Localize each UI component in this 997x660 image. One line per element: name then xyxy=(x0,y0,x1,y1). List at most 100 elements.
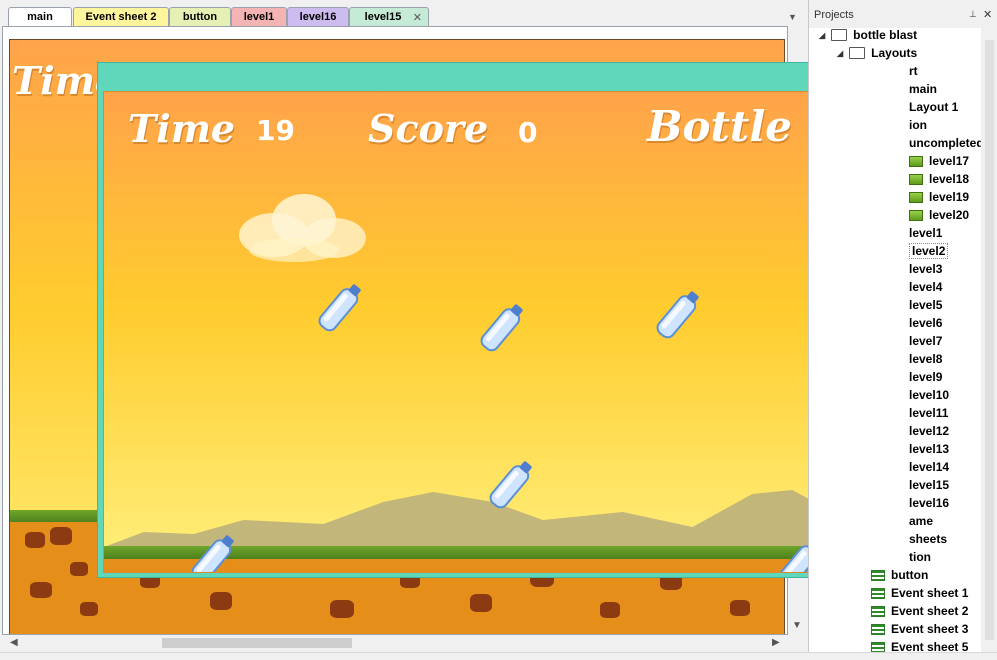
hud-time-value: 19 xyxy=(256,114,295,147)
tree-item-level7[interactable]: level7 xyxy=(909,332,942,350)
tab-level16[interactable]: level16 xyxy=(287,7,349,26)
tree-item-event-sheet-1[interactable]: Event sheet 1 xyxy=(871,584,968,602)
tree-item-level9[interactable]: level9 xyxy=(909,368,942,386)
tree-item-label: ion xyxy=(909,118,927,132)
tree-item-label: level10 xyxy=(909,388,950,402)
tree-item-label: level20 xyxy=(929,208,970,222)
tab-label: level16 xyxy=(299,11,337,23)
tree-item-level5[interactable]: level5 xyxy=(909,296,942,314)
tree-item-label: level18 xyxy=(929,172,970,186)
tree-item-level10[interactable]: level10 xyxy=(909,386,949,404)
tree-item-label: level11 xyxy=(909,406,949,420)
tree-item-event-sheet-3[interactable]: Event sheet 3 xyxy=(871,620,968,638)
tree-item-label: level4 xyxy=(909,280,943,294)
tree-item-label: tion xyxy=(909,550,931,564)
game-canvas[interactable]: Time 19 Score 0 Bottle 15 xyxy=(103,91,901,573)
tree-item-label: level16 xyxy=(909,496,950,510)
tree-item-label: level15 xyxy=(909,478,950,492)
tree-item-label: rt xyxy=(909,64,918,78)
tab-close-icon[interactable]: ✕ xyxy=(413,11,422,24)
bottle-sprite[interactable] xyxy=(471,297,531,361)
scroll-left-icon[interactable]: ◀ xyxy=(10,637,18,648)
tree-item-level14[interactable]: level14 xyxy=(909,458,949,476)
layout-icon xyxy=(909,191,923,203)
tree-item-bottle-blast[interactable]: ◢ bottle blast xyxy=(819,26,917,44)
tree-item-level19[interactable]: level19 xyxy=(909,188,969,206)
tree-item-rt[interactable]: rt xyxy=(909,62,918,80)
hud-bottle-label: Bottle xyxy=(647,102,792,151)
scroll-right-icon[interactable]: ▶ xyxy=(772,637,780,648)
preview-title-bar[interactable]: – ☐ ✕ xyxy=(98,63,906,89)
tree-item-layout-1[interactable]: Layout 1 xyxy=(909,98,958,116)
tree-item-ion[interactable]: ion xyxy=(909,116,927,134)
tab-level15[interactable]: level15 ✕ xyxy=(349,7,429,26)
tree-item-level20[interactable]: level20 xyxy=(909,206,969,224)
app-window: main Event sheet 2 button level1 level16… xyxy=(0,0,997,660)
hud-score-value: 0 xyxy=(518,116,538,149)
status-bar xyxy=(0,652,997,660)
hud-time-label: Time xyxy=(128,106,236,151)
layout-icon xyxy=(909,173,923,185)
tree-item-label: sheets xyxy=(909,532,948,546)
tree-item-level15[interactable]: level15 xyxy=(909,476,949,494)
projects-vertical-scrollbar[interactable] xyxy=(981,28,997,652)
tree-item-layouts[interactable]: ◢ Layouts xyxy=(837,44,917,62)
tree-item-level12[interactable]: level12 xyxy=(909,422,949,440)
tree-item-level8[interactable]: level8 xyxy=(909,350,942,368)
editor-margin xyxy=(3,27,787,39)
document-tab-bar: main Event sheet 2 button level1 level16… xyxy=(0,0,806,28)
tree-item-uncompleted[interactable]: uncompleted xyxy=(909,134,984,152)
bottle-sprite[interactable] xyxy=(182,528,242,573)
tree-item-tion[interactable]: tion xyxy=(909,548,931,566)
bottle-sprite[interactable] xyxy=(480,454,540,518)
layout-icon xyxy=(909,209,923,221)
horizontal-scroll-thumb[interactable] xyxy=(162,638,352,648)
bottle-sprite[interactable] xyxy=(647,284,707,348)
tree-item-level6[interactable]: level6 xyxy=(909,314,942,332)
scroll-down-icon[interactable]: ▼ xyxy=(792,620,802,631)
bottle-sprite[interactable] xyxy=(309,277,369,341)
tab-label: level1 xyxy=(243,11,275,23)
tree-item-label: level17 xyxy=(929,154,970,168)
tab-event-sheet-2[interactable]: Event sheet 2 xyxy=(73,7,169,26)
tab-label: button xyxy=(182,11,218,23)
pin-icon[interactable]: ⊥ xyxy=(969,9,977,20)
tree-item-ame[interactable]: ame xyxy=(909,512,933,530)
tree-item-sheets[interactable]: sheets xyxy=(909,530,947,548)
tree-item-label: button xyxy=(891,568,929,582)
tree-item-main[interactable]: main xyxy=(909,80,937,98)
tree-item-level1[interactable]: level1 xyxy=(909,224,942,242)
tree-item-button[interactable]: button xyxy=(871,566,928,584)
projects-title: Projects xyxy=(814,9,854,21)
tree-item-level2[interactable]: level2 xyxy=(909,242,949,260)
close-icon[interactable]: ✕ xyxy=(983,8,992,21)
projects-scroll-thumb[interactable] xyxy=(985,40,994,640)
tree-item-level17[interactable]: level17 xyxy=(909,152,969,170)
tab-level1[interactable]: level1 xyxy=(231,7,287,26)
tree-item-label: main xyxy=(909,82,938,96)
tree-item-level18[interactable]: level18 xyxy=(909,170,969,188)
tree-item-label: Event sheet 1 xyxy=(891,586,969,600)
tree-item-event-sheet-2[interactable]: Event sheet 2 xyxy=(871,602,968,620)
tree-item-label: level8 xyxy=(909,352,943,366)
event-sheet-icon xyxy=(871,587,885,599)
tree-item-level11[interactable]: level11 xyxy=(909,404,948,422)
tree-item-level3[interactable]: level3 xyxy=(909,260,942,278)
tree-item-level4[interactable]: level4 xyxy=(909,278,942,296)
tree-item-event-sheet-5[interactable]: Event sheet 5 xyxy=(871,638,968,652)
tree-item-label: level5 xyxy=(909,298,943,312)
editor-horizontal-scrollbar[interactable]: ◀ ▶ xyxy=(2,635,788,652)
tab-overflow-chevron-icon[interactable]: ▼ xyxy=(788,12,797,22)
tab-button[interactable]: button xyxy=(169,7,231,26)
tree-item-label: Layout 1 xyxy=(909,100,959,114)
tab-main[interactable]: main xyxy=(8,7,72,26)
tree-item-level16[interactable]: level16 xyxy=(909,494,949,512)
tree-item-level13[interactable]: level13 xyxy=(909,440,949,458)
expand-arrow-icon[interactable]: ◢ xyxy=(819,31,825,40)
tree-item-label: level9 xyxy=(909,370,943,384)
game-preview-window: – ☐ ✕ Time 19 Score 0 Bottle 15 xyxy=(97,62,907,578)
cloud xyxy=(239,194,366,262)
folder-icon xyxy=(831,29,848,41)
expand-arrow-icon[interactable]: ◢ xyxy=(837,49,843,58)
tree-item-label: level6 xyxy=(909,316,943,330)
